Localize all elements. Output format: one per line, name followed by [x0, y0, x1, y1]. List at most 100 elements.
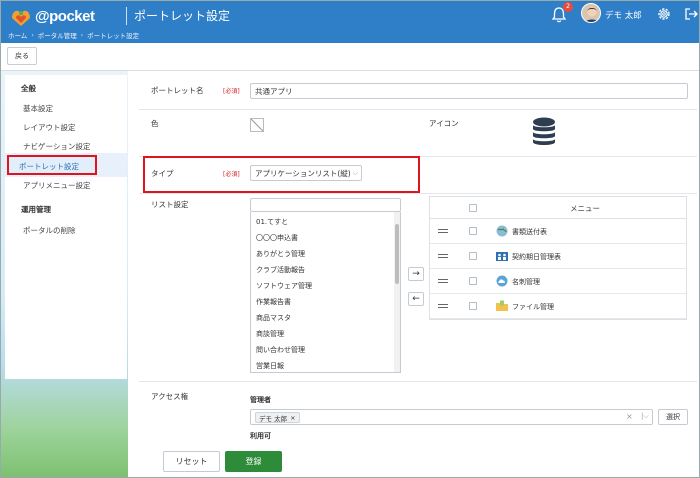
globe-icon [496, 225, 508, 237]
save-button[interactable]: 登録 [225, 451, 282, 472]
menu-table-header: メニュー [430, 197, 686, 219]
list-scrollbar-thumb[interactable] [395, 224, 399, 284]
menu-table: メニュー 書類送付表 契約期日管理表 名刺管理 ファイル管理 [429, 196, 687, 320]
type-label: タイプ [151, 169, 174, 178]
user-avatar-icon [582, 4, 600, 22]
breadcrumb-portal-admin[interactable]: ポータル管理 [38, 30, 77, 40]
admin-tag: デモ 太郎 × [255, 412, 300, 423]
list-settings-label: リスト設定 [151, 200, 189, 209]
add-to-menu-button[interactable]: → [408, 267, 424, 281]
clear-icon[interactable]: × [626, 412, 633, 421]
icon-label: アイコン [429, 119, 459, 128]
color-picker[interactable] [250, 118, 264, 132]
available-apps-list[interactable]: 01.てすと 〇〇〇申込書 ありがとう管理 クラブ活動報告 ソフトウェア管理 作… [250, 212, 401, 373]
select-all-checkbox[interactable] [469, 204, 477, 212]
user-name[interactable]: デモ 太郎 [605, 9, 642, 21]
breadcrumb-home[interactable]: ホーム [8, 30, 27, 40]
pocket-logo-icon [12, 10, 30, 26]
menu-item-label: 名刺管理 [512, 278, 540, 286]
sidebar: 全般 基本設定 レイアウト設定 ナビゲーション設定 アプリメニュー設定 運用管理… [5, 75, 127, 379]
type-select[interactable]: アプリケーションリスト(縦) ⌵ [250, 165, 362, 181]
cloud-icon [496, 275, 508, 287]
list-item[interactable]: 商品マスタ [256, 313, 291, 323]
gear-icon[interactable] [656, 6, 672, 22]
table-row[interactable]: 契約期日管理表 [430, 244, 686, 269]
list-item[interactable]: クラブ活動報告 [256, 265, 305, 275]
table-row[interactable]: 名刺管理 [430, 269, 686, 294]
sidebar-item-app-menu[interactable]: アプリメニュー設定 [23, 180, 91, 191]
required-badge: [必須] [223, 171, 240, 178]
drag-handle-icon[interactable] [438, 254, 448, 258]
remove-tag-icon[interactable]: × [290, 414, 295, 422]
list-scrollbar[interactable] [394, 212, 400, 372]
list-item[interactable]: 商談管理 [256, 329, 284, 339]
reset-button[interactable]: リセット [163, 451, 220, 472]
list-item[interactable]: 〇〇〇申込書 [256, 233, 298, 243]
list-item[interactable]: 01.てすと [256, 217, 288, 227]
sidebar-item-portlet[interactable]: ポートレット設定 [7, 155, 97, 175]
drag-handle-icon[interactable] [438, 279, 448, 283]
menu-item-label: ファイル管理 [512, 303, 554, 311]
menu-item-label: 契約期日管理表 [512, 253, 561, 261]
list-item[interactable]: 営業日報 [256, 361, 284, 371]
logout-icon[interactable] [684, 7, 698, 21]
remove-from-menu-button[interactable]: ← [408, 292, 424, 306]
usable-label: 利用可 [250, 432, 271, 440]
app-window: @pocket ポートレット設定 ホーム › ポータル管理 › ポートレット設定… [0, 0, 700, 478]
arrow-left-icon: ← [412, 294, 420, 304]
sidebar-item-navigation[interactable]: ナビゲーション設定 [23, 141, 90, 152]
drag-handle-icon[interactable] [438, 304, 448, 308]
list-item[interactable]: ありがとう管理 [256, 249, 305, 259]
sidebar-heading-operations: 運用管理 [21, 205, 51, 214]
list-item[interactable]: ソフトウェア管理 [256, 281, 312, 291]
sidebar-heading-general: 全般 [21, 84, 36, 93]
menu-item-label: 書類送付表 [512, 228, 547, 236]
breadcrumb: ホーム › ポータル管理 › ポートレット設定 [8, 30, 140, 41]
chevron-down-icon[interactable]: |⌵ [641, 412, 649, 421]
portlet-name-input[interactable]: 共通アプリ [250, 83, 688, 99]
breadcrumb-current: ポートレット設定 [87, 32, 140, 40]
list-item[interactable]: 作業報告書 [256, 297, 291, 307]
drag-handle-icon[interactable] [438, 229, 448, 233]
top-header: @pocket ポートレット設定 ホーム › ポータル管理 › ポートレット設定… [1, 1, 699, 43]
portlet-name-label: ポートレット名 [151, 86, 204, 95]
table-row[interactable]: 書類送付表 [430, 219, 686, 244]
row-checkbox[interactable] [469, 252, 477, 260]
select-button[interactable]: 選択 [658, 409, 688, 425]
row-checkbox[interactable] [469, 227, 477, 235]
admin-select-input[interactable]: デモ 太郎 × × |⌵ [250, 409, 653, 425]
type-select-value: アプリケーションリスト(縦) [255, 168, 351, 178]
list-search-input[interactable] [250, 198, 401, 212]
logo-text: @pocket [35, 8, 95, 25]
row-divider [139, 109, 697, 110]
sidebar-item-layout[interactable]: レイアウト設定 [23, 122, 76, 133]
required-badge: [必須] [223, 88, 240, 95]
header-divider [126, 7, 127, 25]
row-checkbox[interactable] [469, 302, 477, 310]
page-title: ポートレット設定 [134, 9, 231, 23]
access-label: アクセス権 [151, 392, 189, 401]
database-icon[interactable] [531, 117, 557, 147]
color-label: 色 [151, 119, 159, 128]
no-color-icon [251, 119, 263, 131]
table-row[interactable]: ファイル管理 [430, 294, 686, 319]
people-icon [496, 252, 508, 261]
menu-column-header: メニュー [570, 204, 600, 213]
logo[interactable]: @pocket [7, 4, 127, 30]
back-button[interactable]: 戻る [7, 47, 37, 65]
notification-badge: 2 [563, 2, 573, 12]
sidebar-item-label: ポートレット設定 [19, 162, 79, 171]
row-divider [139, 193, 697, 194]
admin-label: 管理者 [250, 396, 271, 404]
row-checkbox[interactable] [469, 277, 477, 285]
chevron-down-icon: ⌵ [352, 169, 358, 177]
admin-tag-label: デモ 太郎 [259, 414, 288, 423]
sidebar-item-delete-portal[interactable]: ポータルの削除 [23, 225, 76, 236]
breadcrumb-separator-icon: › [31, 31, 34, 39]
list-item[interactable]: 問い合わせ管理 [256, 345, 305, 355]
arrow-right-icon: → [412, 269, 420, 279]
toolbar: 戻る [1, 43, 699, 71]
avatar[interactable] [581, 3, 601, 23]
sidebar-item-basic[interactable]: 基本設定 [23, 103, 53, 114]
row-divider [139, 381, 697, 382]
